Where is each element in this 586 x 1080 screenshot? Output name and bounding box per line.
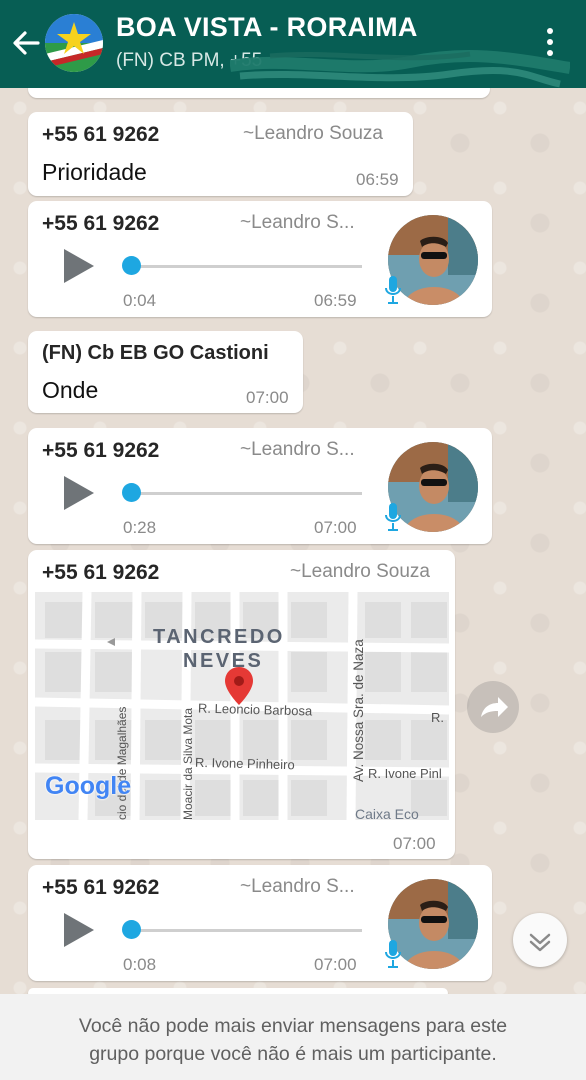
forward-button[interactable]	[467, 681, 519, 733]
read-only-notice-text: Você não pode mais enviar mensagens para…	[10, 1012, 576, 1068]
message-time: 07:00	[393, 834, 436, 853]
group-flag-icon[interactable]	[45, 14, 103, 72]
message-time: 07:00	[314, 518, 357, 537]
play-icon[interactable]	[64, 249, 94, 283]
voice-message-bubble[interactable]: +55 61 9262 ~Leandro S... 0:04 06:59	[28, 201, 492, 317]
audio-duration: 0:28	[123, 518, 157, 537]
sender-alias: ~Leandro S...	[240, 439, 355, 460]
audio-duration: 0:08	[123, 955, 157, 974]
chat-header: BOA VISTA - RORAIMA (FN) CB PM, +55	[0, 0, 586, 88]
voice-message-bubble[interactable]: +55 61 9262 ~Leandro S... 0:28 07:00	[28, 428, 492, 544]
sender-alias: ~Leandro Souza	[243, 123, 383, 144]
map-street-label: Av. Nossa Sra. de Naza	[351, 639, 366, 782]
sender-phone: +55 61 9262	[42, 212, 160, 235]
sender-alias: ~Leandro S...	[240, 212, 355, 233]
chevron-double-down-icon	[529, 933, 551, 952]
audio-seek-knob[interactable]	[122, 256, 141, 275]
forward-icon	[481, 697, 508, 717]
audio-seek-knob[interactable]	[122, 483, 141, 502]
message-text: Prioridade	[42, 159, 147, 185]
more-vert-icon[interactable]	[540, 28, 560, 60]
sender-phone: +55 61 9262	[42, 561, 160, 584]
map-street-label: R.	[431, 710, 444, 725]
audio-seek-track[interactable]	[126, 265, 362, 268]
map-street-label: R. Ivone Pinl	[368, 766, 442, 781]
audio-duration: 0:04	[123, 291, 157, 310]
location-pin-icon	[225, 667, 253, 705]
scroll-to-bottom-button[interactable]	[513, 913, 567, 967]
mic-icon	[385, 503, 401, 531]
audio-seek-knob[interactable]	[122, 920, 141, 939]
audio-seek-track[interactable]	[126, 492, 362, 495]
mic-icon	[385, 940, 401, 968]
mic-icon	[385, 276, 401, 304]
google-logo: Google	[45, 772, 132, 800]
map-street-label: R. Leoncio Barbosa	[197, 700, 313, 719]
notice-line-1: Você não pode mais enviar mensagens para…	[78, 1015, 508, 1037]
message-bubble[interactable]: (FN) Cb EB GO Castioni Onde 07:00	[28, 331, 303, 413]
message-time: 06:59	[356, 170, 399, 189]
location-map[interactable]: TANCREDO NEVES R. Leoncio Barbosa R. R. …	[35, 592, 449, 820]
message-text: Onde	[42, 377, 99, 403]
sender-phone: +55 61 9262	[42, 876, 160, 899]
sender-alias: ~Leandro S...	[240, 876, 355, 897]
message-time: 07:00	[246, 388, 289, 407]
message-time: 06:59	[314, 291, 357, 310]
voice-message-bubble[interactable]: +55 61 9262 ~Leandro S... 0:08 07:00	[28, 865, 492, 981]
notice-line-2: grupo porque você não é mais um particip…	[89, 1043, 497, 1065]
read-only-notice: Você não pode mais enviar mensagens para…	[0, 994, 586, 1080]
message-time: 07:00	[314, 955, 357, 974]
back-arrow-icon[interactable]	[10, 25, 42, 61]
sender-phone: +55 61 9262	[42, 123, 160, 146]
map-poi-label: Caixa Eco	[355, 806, 419, 820]
map-street-label: Moacir da Silva Mota	[181, 707, 195, 820]
sender-name: (FN) Cb EB GO Castioni	[42, 342, 269, 364]
redaction-scribble	[230, 50, 570, 88]
group-title[interactable]: BOA VISTA - RORAIMA	[116, 12, 418, 43]
play-icon[interactable]	[64, 913, 94, 947]
message-bubble[interactable]: +55 61 9262 ~Leandro Souza Prioridade 06…	[28, 112, 413, 196]
map-street-label: R. Ivone Pinheiro	[194, 754, 295, 773]
map-area-label: TANCREDO	[153, 626, 285, 648]
sender-alias: ~Leandro Souza	[290, 561, 430, 582]
audio-seek-track[interactable]	[126, 929, 362, 932]
sender-phone: +55 61 9262	[42, 439, 160, 462]
play-icon[interactable]	[64, 476, 94, 510]
